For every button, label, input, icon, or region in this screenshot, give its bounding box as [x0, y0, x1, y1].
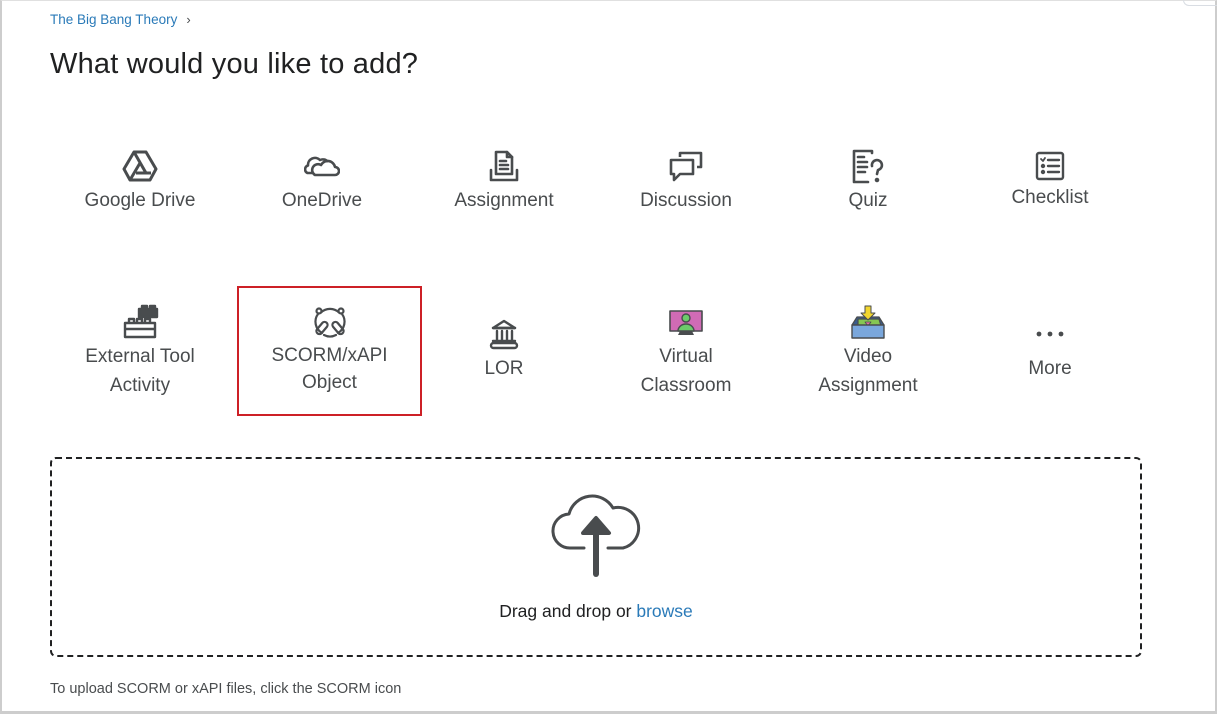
breadcrumb-link-course[interactable]: The Big Bang Theory [50, 12, 177, 27]
google-drive-icon [120, 146, 160, 186]
lego-brick-icon [120, 302, 160, 342]
tile-label-line: SCORM/xAPI [271, 345, 388, 366]
page-title: What would you like to add? [50, 48, 419, 80]
ellipsis-icon [1030, 314, 1070, 354]
tile-assignment[interactable]: Assignment [413, 146, 595, 215]
tile-scorm-xapi-object[interactable]: SCORM/xAPI Object [237, 286, 422, 416]
tile-label-line: External Tool [85, 346, 195, 367]
breadcrumb-separator: › [186, 12, 191, 27]
onedrive-icon [302, 146, 342, 186]
file-dropzone[interactable]: Drag and drop or browse [50, 457, 1142, 657]
tile-virtual-classroom[interactable]: Virtual Classroom [595, 302, 777, 400]
tile-external-tool-activity[interactable]: External Tool Activity [49, 302, 231, 400]
scorm-icon [310, 302, 350, 342]
tile-discussion[interactable]: Discussion [595, 146, 777, 215]
tile-label: More [1028, 358, 1072, 379]
video-dropbox-icon [848, 302, 888, 342]
breadcrumb: The Big Bang Theory › [50, 12, 191, 27]
library-building-icon [484, 314, 524, 354]
tile-label: Discussion [640, 190, 732, 211]
tile-label-line: Activity [109, 375, 171, 396]
assignment-icon [484, 146, 524, 186]
window-corner [1183, 0, 1217, 6]
tile-label: Assignment [454, 190, 554, 211]
tile-label-line: Classroom [640, 375, 732, 396]
tile-checklist[interactable]: Checklist [959, 146, 1141, 212]
monitor-person-icon [666, 302, 706, 342]
tile-label-line: Virtual [659, 346, 713, 367]
dropzone-instruction: Drag and drop or [499, 601, 637, 621]
tile-google-drive[interactable]: Google Drive [49, 146, 231, 215]
tile-label-line: Object [302, 372, 357, 393]
tile-label: OneDrive [281, 190, 363, 211]
tile-quiz[interactable]: Quiz [777, 146, 959, 215]
dropzone-text: Drag and drop or browse [499, 601, 693, 622]
tile-label: Google Drive [84, 190, 196, 211]
tile-video-assignment[interactable]: Video Assignment [777, 302, 959, 400]
tile-more[interactable]: More [959, 314, 1141, 383]
tile-onedrive[interactable]: OneDrive [231, 146, 413, 215]
quiz-icon [848, 146, 888, 186]
tile-lor[interactable]: LOR [413, 314, 595, 383]
discussion-icon [666, 146, 706, 186]
browse-link[interactable]: browse [636, 601, 692, 621]
tile-label-line: Assignment [818, 375, 918, 396]
cloud-upload-icon [551, 490, 641, 583]
tile-label-line: Video [843, 346, 893, 367]
scorm-upload-hint: To upload SCORM or xAPI files, click the… [50, 681, 402, 697]
checklist-icon [1030, 146, 1070, 186]
tile-label: Checklist [1011, 187, 1089, 208]
tile-label: Quiz [848, 190, 888, 211]
tile-label: LOR [484, 358, 524, 379]
